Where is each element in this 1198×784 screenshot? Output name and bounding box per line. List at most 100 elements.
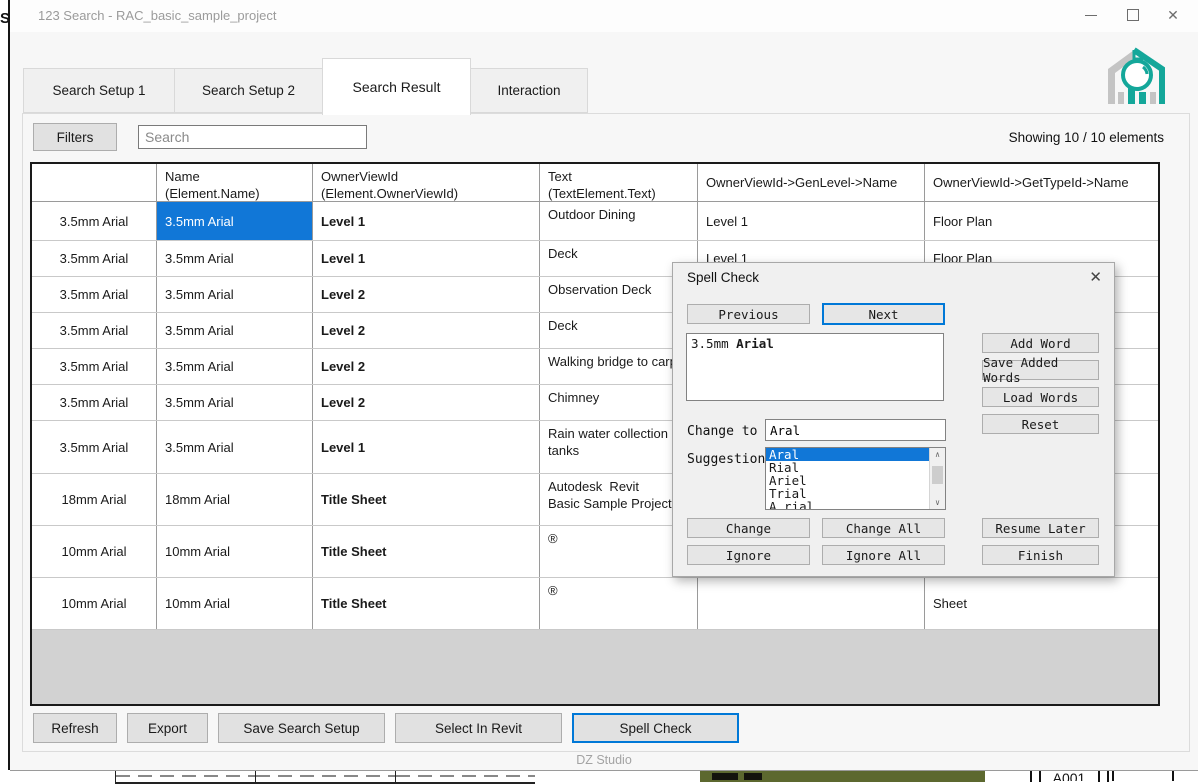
tab-search-setup-1[interactable]: Search Setup 1 [23,68,175,113]
table-cell[interactable]: 3.5mm Arial [32,313,157,348]
scrollbar-thumb[interactable] [932,466,943,484]
column-header-ownerviewid: OwnerViewId(Element.OwnerViewId) [313,164,540,201]
table-cell[interactable]: 3.5mm Arial [157,421,313,473]
table-cell[interactable]: 3.5mm Arial [157,277,313,312]
tab-interaction[interactable]: Interaction [470,68,588,113]
table-cell[interactable]: 3.5mm Arial [32,385,157,420]
sheet-number-label: A001 [1042,770,1096,781]
table-cell[interactable]: 3.5mm Arial [157,241,313,276]
spell-check-dialog: Spell Check ✕ Previous Next 3.5mm Arial … [672,262,1115,577]
table-cell[interactable]: ® [540,578,698,629]
tab-search-setup-2[interactable]: Search Setup 2 [174,68,323,113]
column-header-name: Name(Element.Name) [157,164,313,201]
table-row: 3.5mm Arial 3.5mm Arial Level 1 Outdoor … [32,202,1158,241]
column-header-text: Text(TextElement.Text) [540,164,698,201]
table-cell[interactable]: 3.5mm Arial [32,421,157,473]
window-title: 123 Search - RAC_basic_sample_project [38,8,276,23]
table-cell[interactable]: 3.5mm Arial [32,241,157,276]
maximize-icon [1127,9,1139,21]
checked-text-box[interactable]: 3.5mm Arial [686,333,944,401]
minimize-icon [1085,15,1097,16]
column-header-gettypeid-name: OwnerViewId->GetTypeId->Name [925,164,1158,201]
app-logo-icon [1092,42,1176,121]
next-button[interactable]: Next [822,303,945,325]
load-words-button[interactable]: Load Words [982,387,1099,407]
minimize-button[interactable] [1074,0,1108,30]
table-cell[interactable]: Level 1 [698,202,925,240]
close-icon: ✕ [1167,8,1179,22]
background-letter: S [0,10,8,27]
ignore-button[interactable]: Ignore [687,545,810,565]
table-cell-selected[interactable]: 3.5mm Arial [157,202,313,240]
table-cell[interactable]: 3.5mm Arial [32,349,157,384]
table-cell[interactable] [698,578,925,629]
suggestions-listbox: Aral Rial Ariel Trial A rial ∧ ∨ [765,447,946,510]
maximize-button[interactable] [1116,0,1150,30]
misspelled-word: Arial [736,336,774,351]
scroll-down-icon[interactable]: ∨ [930,496,945,509]
filters-button[interactable]: Filters [33,123,117,151]
table-cell[interactable]: 10mm Arial [32,526,157,577]
table-cell[interactable]: Level 1 [313,421,540,473]
save-added-words-button[interactable]: Save Added Words [982,360,1099,380]
table-cell[interactable]: Level 2 [313,313,540,348]
background-rendering-image [700,771,985,782]
background-sheet-table [115,771,535,784]
listbox-scrollbar[interactable]: ∧ ∨ [929,448,945,509]
table-empty-area [32,630,1158,704]
table-cell[interactable]: Level 1 [313,202,540,240]
table-cell[interactable]: 3.5mm Arial [157,349,313,384]
table-cell[interactable]: Level 2 [313,349,540,384]
scroll-up-icon[interactable]: ∧ [930,448,945,461]
table-cell[interactable]: 18mm Arial [157,474,313,525]
dialog-title: Spell Check [687,270,759,285]
select-in-revit-button[interactable]: Select In Revit [395,713,562,743]
save-search-setup-button[interactable]: Save Search Setup [218,713,385,743]
search-input[interactable] [138,125,367,149]
table-cell[interactable]: Level 2 [313,277,540,312]
table-cell[interactable]: 10mm Arial [157,578,313,629]
dialog-close-icon[interactable]: ✕ [1089,268,1102,286]
suggestion-item[interactable]: A rial [766,500,945,510]
table-cell[interactable]: 10mm Arial [157,526,313,577]
background-sheet-line [1098,770,1109,782]
table-cell[interactable]: 3.5mm Arial [157,313,313,348]
title-bar: 123 Search - RAC_basic_sample_project ✕ [10,0,1198,32]
change-to-input[interactable] [765,419,946,441]
table-cell[interactable]: Title Sheet [313,578,540,629]
table-cell[interactable]: Title Sheet [313,474,540,525]
table-cell[interactable]: Floor Plan [925,202,1158,240]
app-window: 123 Search - RAC_basic_sample_project ✕ … [10,0,1198,771]
previous-button[interactable]: Previous [687,304,810,324]
table-cell[interactable]: 3.5mm Arial [157,385,313,420]
column-header-genlevel-name: OwnerViewId->GenLevel->Name [698,164,925,201]
close-button[interactable]: ✕ [1156,0,1190,30]
table-cell[interactable]: Level 2 [313,385,540,420]
table-cell[interactable]: 3.5mm Arial [32,277,157,312]
spell-check-button[interactable]: Spell Check [572,713,739,743]
table-cell[interactable]: Level 1 [313,241,540,276]
change-to-label: Change to [687,424,757,439]
table-cell[interactable]: 10mm Arial [32,578,157,629]
table-header-row: Name(Element.Name) OwnerViewId(Element.O… [32,164,1158,202]
background-sheet-strip: A001 [0,770,1198,782]
refresh-button[interactable]: Refresh [33,713,117,743]
ignore-all-button[interactable]: Ignore All [822,545,945,565]
add-word-button[interactable]: Add Word [982,333,1099,353]
background-sheet-cell [1112,770,1174,781]
resume-later-button[interactable]: Resume Later [982,518,1099,538]
finish-button[interactable]: Finish [982,545,1099,565]
table-cell[interactable]: Title Sheet [313,526,540,577]
reset-button[interactable]: Reset [982,414,1099,434]
table-cell[interactable]: Outdoor Dining [540,202,698,240]
tab-search-result[interactable]: Search Result [322,58,471,115]
change-button[interactable]: Change [687,518,810,538]
change-all-button[interactable]: Change All [822,518,945,538]
suggestions-label: Suggestions [687,452,773,467]
background-sheet-line [1030,770,1041,782]
showing-count-label: Showing 10 / 10 elements [1009,130,1164,145]
table-cell[interactable]: Sheet [925,578,1158,629]
table-cell[interactable]: 18mm Arial [32,474,157,525]
table-cell[interactable]: 3.5mm Arial [32,202,157,240]
export-button[interactable]: Export [127,713,208,743]
